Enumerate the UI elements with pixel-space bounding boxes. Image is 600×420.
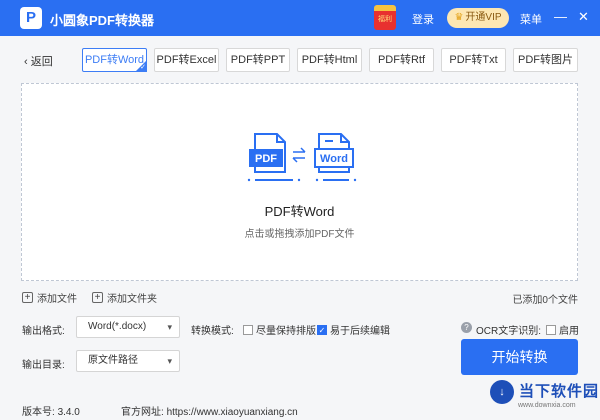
tab-pdf-to-image[interactable]: PDF转图片 bbox=[513, 48, 578, 72]
output-format-label: 输出格式: bbox=[22, 326, 65, 337]
easy-edit-label: 易于后续编辑 bbox=[330, 326, 390, 337]
output-dir-label: 输出目录: bbox=[22, 360, 65, 371]
output-dir-select[interactable]: 原文件路径 ▾ bbox=[76, 350, 180, 372]
version-info: 版本号: 3.4.0 bbox=[22, 403, 80, 418]
add-folder-icon: + bbox=[92, 292, 103, 303]
gift-icon[interactable]: 福利 bbox=[374, 5, 396, 30]
website-url[interactable]: https://www.xiaoyuanxiang.cn bbox=[167, 407, 298, 418]
login-link[interactable]: 登录 bbox=[412, 11, 434, 27]
pdf-to-word-illustration-icon: PDF Word bbox=[247, 133, 357, 182]
crown-icon: ♛ bbox=[454, 12, 464, 23]
tab-label: PDF转图片 bbox=[518, 54, 573, 66]
tab-label: PDF转PPT bbox=[230, 54, 286, 66]
ocr-enable-label: 启用 bbox=[559, 326, 579, 337]
vip-button[interactable]: ♛ 开通VIP bbox=[447, 8, 509, 28]
back-button[interactable]: ‹ 返回 bbox=[24, 53, 53, 69]
added-files-count: 已添加0个文件 bbox=[512, 295, 578, 306]
website-label: 官方网址: bbox=[121, 407, 164, 418]
tab-pdf-to-ppt[interactable]: PDF转PPT bbox=[226, 48, 290, 72]
tab-label: PDF转Excel bbox=[156, 54, 217, 66]
close-icon[interactable]: ✕ bbox=[578, 9, 589, 25]
watermark-text: 当下软件园 bbox=[519, 383, 600, 400]
dropzone-title: PDF转Word bbox=[264, 204, 335, 219]
website-info: 官方网址: https://www.xiaoyuanxiang.cn bbox=[121, 403, 298, 418]
app-title: 小圆象PDF转换器 bbox=[50, 13, 155, 28]
title-bar: P 小圆象PDF转换器 福利 登录 ♛ 开通VIP 菜单 — ✕ bbox=[0, 0, 600, 36]
art-to-label: Word bbox=[320, 153, 348, 165]
minimize-icon[interactable]: — bbox=[554, 9, 567, 25]
keep-layout-label: 尽量保持排版 bbox=[256, 326, 316, 337]
checkbox-checked-icon: ✓ bbox=[317, 324, 327, 335]
tab-pdf-to-word[interactable]: PDF转Word ✓ bbox=[82, 48, 147, 72]
add-file-label: 添加文件 bbox=[37, 294, 77, 305]
app-logo-icon: P bbox=[20, 7, 42, 29]
output-format-value: Word(*.docx) bbox=[88, 321, 147, 332]
checkbox-icon bbox=[546, 324, 556, 335]
watermark: ↓ 当下软件园 www.downxia.com bbox=[490, 378, 600, 420]
version-number: 3.4.0 bbox=[57, 407, 80, 418]
keep-layout-checkbox[interactable]: 尽量保持排版 bbox=[243, 322, 316, 337]
watermark-url: www.downxia.com bbox=[518, 402, 576, 409]
file-dropzone[interactable]: PDF Word PDF转Word 点击或拖拽添加PDF文件 bbox=[21, 83, 578, 281]
tab-pdf-to-txt[interactable]: PDF转Txt bbox=[441, 48, 506, 72]
menu-button[interactable]: 菜单 bbox=[520, 11, 542, 27]
start-convert-button[interactable]: 开始转换 bbox=[461, 339, 578, 375]
vip-label: 开通VIP bbox=[465, 12, 502, 23]
version-label: 版本号: bbox=[22, 407, 55, 418]
add-file-button[interactable]: + 添加文件 bbox=[22, 290, 77, 305]
ocr-label: OCR文字识别: bbox=[476, 326, 541, 337]
watermark-logo-icon: ↓ bbox=[490, 380, 514, 404]
add-folder-label: 添加文件夹 bbox=[107, 294, 157, 305]
tab-label: PDF转Rtf bbox=[377, 54, 426, 66]
tab-label: PDF转Html bbox=[301, 54, 358, 66]
add-file-icon: + bbox=[22, 292, 33, 303]
output-dir-value: 原文件路径 bbox=[88, 355, 138, 366]
add-folder-button[interactable]: + 添加文件夹 bbox=[92, 290, 157, 305]
ocr-enable-checkbox[interactable]: 启用 bbox=[546, 322, 579, 337]
chevron-left-icon: ‹ bbox=[24, 56, 31, 68]
tab-pdf-to-excel[interactable]: PDF转Excel bbox=[154, 48, 219, 72]
dropzone-hint: 点击或拖拽添加PDF文件 bbox=[244, 229, 355, 240]
tab-label: PDF转Txt bbox=[449, 54, 498, 66]
check-icon: ✓ bbox=[140, 64, 146, 71]
output-format-select[interactable]: Word(*.docx) ▾ bbox=[76, 316, 180, 338]
easy-edit-checkbox[interactable]: ✓ 易于后续编辑 bbox=[317, 322, 390, 337]
back-label: 返回 bbox=[30, 56, 53, 68]
chevron-down-icon: ▾ bbox=[167, 322, 172, 332]
chevron-down-icon: ▾ bbox=[167, 356, 172, 366]
help-icon[interactable]: ? bbox=[461, 322, 472, 333]
tab-pdf-to-rtf[interactable]: PDF转Rtf bbox=[369, 48, 434, 72]
convert-mode-label: 转换模式: bbox=[191, 326, 234, 337]
art-from-label: PDF bbox=[255, 153, 277, 165]
checkbox-icon bbox=[243, 324, 253, 335]
tab-pdf-to-html[interactable]: PDF转Html bbox=[297, 48, 362, 72]
